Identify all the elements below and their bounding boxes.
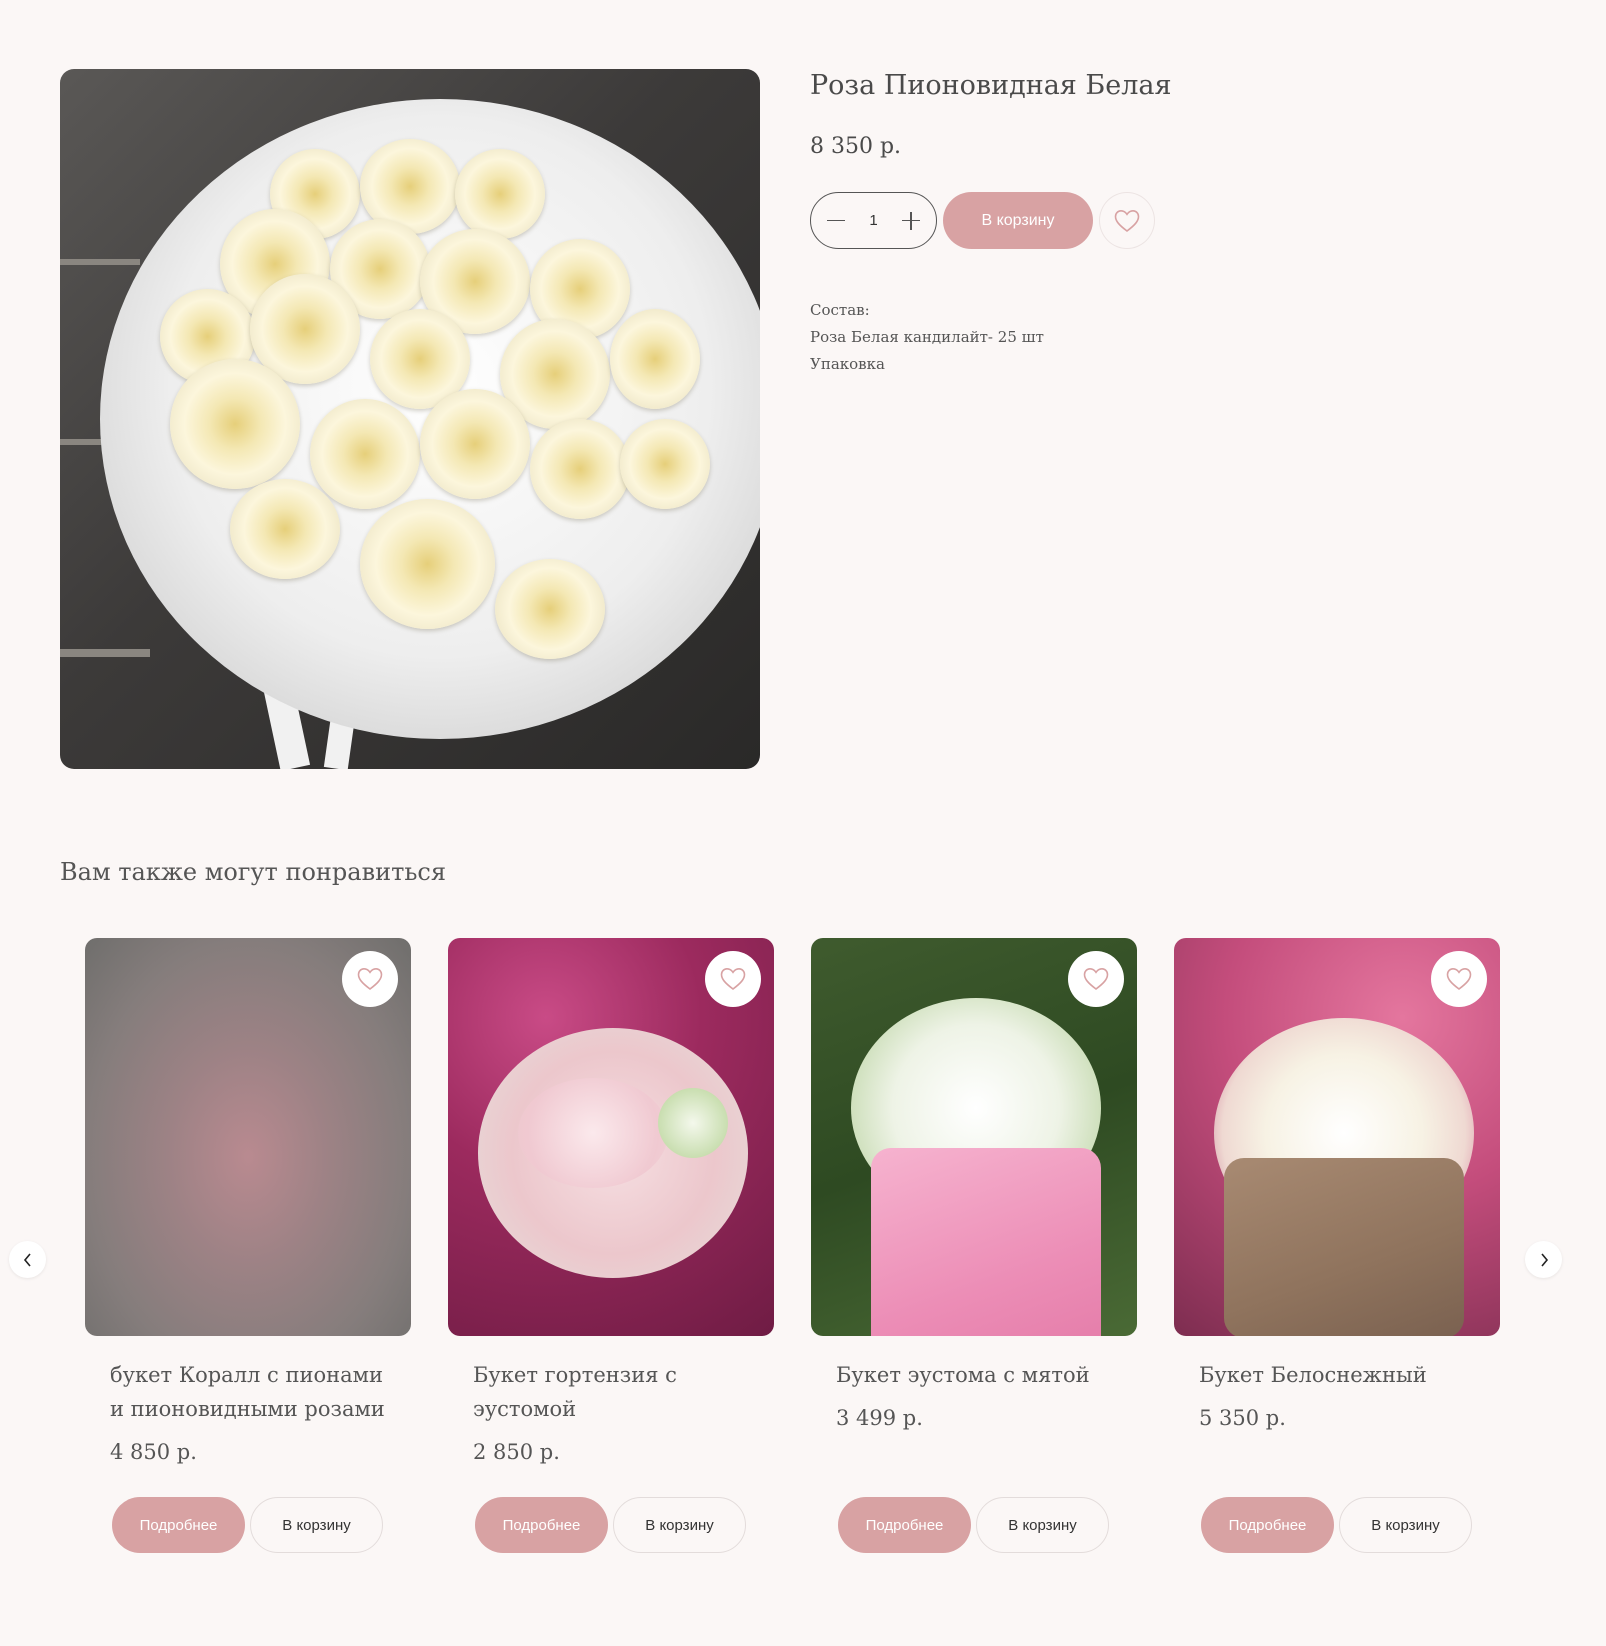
rose [610, 309, 700, 409]
card-photo[interactable] [85, 938, 411, 1336]
product-photo[interactable] [60, 69, 760, 769]
card-photo[interactable] [1174, 938, 1500, 1336]
rose [495, 559, 605, 659]
heart-outline-icon [357, 967, 383, 991]
card-price: 5 350 р. [1199, 1406, 1286, 1430]
favorite-button[interactable] [1068, 951, 1124, 1007]
card-title[interactable]: Букет эустома с мятой [836, 1358, 1126, 1392]
wrap-decor [1224, 1158, 1464, 1336]
card-title[interactable]: букет Коралл с пионами и пионовидными ро… [110, 1358, 400, 1426]
composition: Состав: Роза Белая кандилайт- 25 шт Упак… [810, 297, 1044, 378]
details-button[interactable]: Подробнее [475, 1497, 608, 1553]
card-title[interactable]: Букет Белоснежный [1199, 1358, 1489, 1392]
card-photo[interactable] [811, 938, 1137, 1336]
details-button[interactable]: Подробнее [1201, 1497, 1334, 1553]
chevron-left-icon [23, 1252, 31, 1267]
card-price: 3 499 р. [836, 1406, 923, 1430]
favorite-button[interactable] [342, 951, 398, 1007]
card-photo[interactable] [448, 938, 774, 1336]
details-button[interactable]: Подробнее [112, 1497, 245, 1553]
details-button[interactable]: Подробнее [838, 1497, 971, 1553]
wrap-decor [871, 1148, 1101, 1336]
heart-outline-icon [720, 967, 746, 991]
product-card: Букет эустома с мятой 3 499 р. Подробнее… [811, 938, 1137, 1553]
product-card: букет Коралл с пионами и пионовидными ро… [85, 938, 411, 1553]
product-title: Роза Пионовидная Белая [810, 70, 1172, 101]
quantity-stepper: 1 [810, 192, 937, 249]
plus-icon[interactable] [900, 210, 922, 232]
shelf-decor [60, 259, 140, 265]
card-price: 4 850 р. [110, 1440, 197, 1464]
minus-icon[interactable] [825, 210, 847, 232]
eustoma-decor [658, 1088, 728, 1158]
rose [230, 479, 340, 579]
rose [420, 389, 530, 499]
composition-line: Роза Белая кандилайт- 25 шт [810, 328, 1044, 346]
rose [620, 419, 710, 509]
shelf-decor [60, 649, 150, 657]
product-card: Букет гортензия с эустомой 2 850 р. Подр… [448, 938, 774, 1553]
favorite-button[interactable] [1431, 951, 1487, 1007]
rose [310, 399, 420, 509]
add-to-cart-button[interactable]: В корзину [1339, 1497, 1472, 1553]
heart-outline-icon [1114, 209, 1140, 232]
favorite-button[interactable] [705, 951, 761, 1007]
rose [455, 149, 545, 239]
carousel-prev-button[interactable] [9, 1241, 46, 1278]
product-card: Букет Белоснежный 5 350 р. Подробнее В к… [1174, 938, 1500, 1553]
product-price: 8 350 р. [810, 134, 902, 159]
add-to-cart-button[interactable]: В корзину [976, 1497, 1109, 1553]
recommendations-title: Вам также могут понравиться [60, 858, 447, 886]
add-to-cart-button[interactable]: В корзину [613, 1497, 746, 1553]
composition-line: Упаковка [810, 355, 885, 373]
rose [170, 359, 300, 489]
hydrangea-decor [518, 1078, 668, 1188]
favorite-button[interactable] [1099, 192, 1155, 249]
card-title[interactable]: Букет гортензия с эустомой [473, 1358, 763, 1426]
composition-heading: Состав: [810, 301, 870, 319]
rose [360, 499, 495, 629]
product-page: Роза Пионовидная Белая 8 350 р. 1 В корз… [0, 0, 1606, 1646]
carousel-next-button[interactable] [1525, 1241, 1562, 1278]
heart-outline-icon [1446, 967, 1472, 991]
rose [530, 419, 630, 519]
chevron-right-icon [1540, 1252, 1548, 1267]
add-to-cart-button[interactable]: В корзину [943, 192, 1093, 249]
quantity-value[interactable]: 1 [869, 212, 877, 229]
heart-outline-icon [1083, 967, 1109, 991]
card-price: 2 850 р. [473, 1440, 560, 1464]
add-to-cart-button[interactable]: В корзину [250, 1497, 383, 1553]
